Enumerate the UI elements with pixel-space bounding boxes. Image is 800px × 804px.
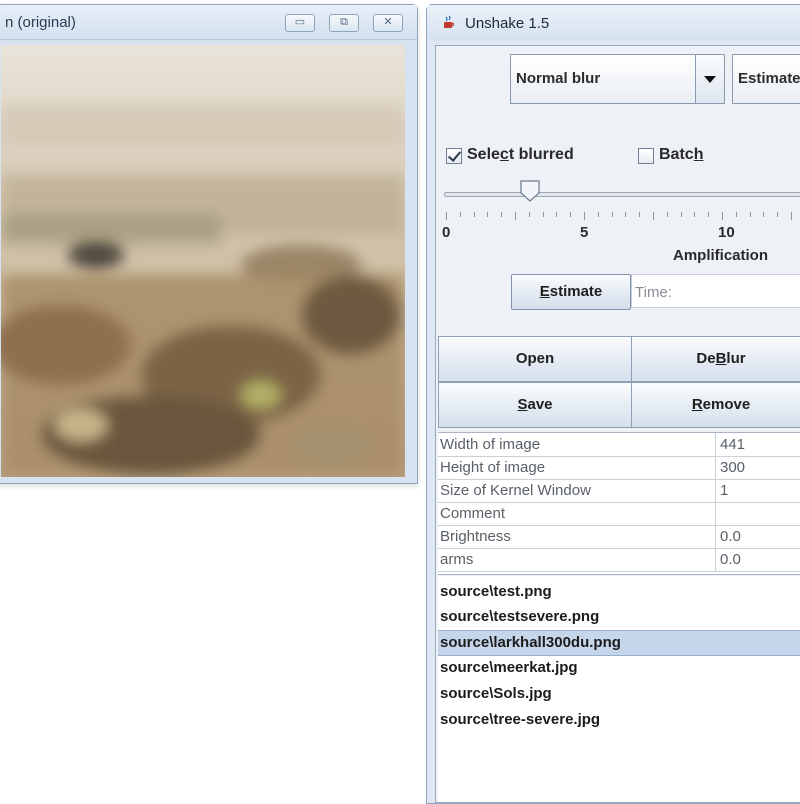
tick-label-10: 10: [718, 224, 735, 241]
amplification-slider-track[interactable]: [444, 192, 800, 197]
time-label: Time:: [635, 284, 672, 301]
batch-label: Batch: [659, 146, 704, 163]
slider-tick: [501, 212, 503, 217]
slider-tick: [749, 212, 751, 217]
unshake-titlebar[interactable]: Unshake 1.5: [427, 5, 800, 41]
table-row[interactable]: Brightness 0.0: [438, 525, 800, 549]
amplification-label: Amplification: [673, 247, 769, 264]
properties-table: Width of image 441 Height of image 300 S…: [438, 432, 800, 575]
estimate-button[interactable]: Estimate: [511, 274, 631, 310]
table-row[interactable]: Width of image 441: [438, 433, 800, 457]
image-window: n (original) ▭ ⧉ ✕: [0, 4, 418, 484]
list-item[interactable]: source\Sols.jpg: [438, 682, 800, 706]
list-item[interactable]: source\tree-severe.jpg: [438, 708, 800, 732]
mode-value: Estimate: [738, 70, 800, 87]
slider-tick: [515, 212, 516, 220]
list-item-selected[interactable]: source\larkhall300du.png: [438, 630, 800, 656]
slider-tick: [708, 212, 710, 217]
slider-tick: [653, 212, 654, 220]
maximize-button[interactable]: ⧉: [329, 14, 359, 32]
open-button[interactable]: Open: [438, 336, 632, 382]
tick-label-5: 5: [580, 224, 589, 241]
minimize-button[interactable]: ▭: [285, 14, 315, 32]
slider-tick: [625, 212, 627, 217]
unshake-client-area: Normal blur Estimate Select blurred Batc…: [435, 45, 800, 803]
window-title: Unshake 1.5: [465, 15, 550, 32]
remove-button[interactable]: Remove: [631, 382, 800, 428]
slider-tick: [570, 212, 572, 217]
amplification-slider-thumb[interactable]: [520, 180, 540, 202]
slider-tick: [666, 212, 668, 217]
table-row[interactable]: Size of Kernel Window 1: [438, 479, 800, 503]
slider-tick: [459, 212, 461, 217]
table-row[interactable]: Height of image 300: [438, 456, 800, 480]
chevron-down-icon[interactable]: [695, 55, 724, 103]
slider-tick: [694, 212, 696, 217]
table-row[interactable]: arms 0.0: [438, 548, 800, 572]
slider-tick: [446, 212, 447, 220]
slider-tick: [639, 212, 641, 217]
minimize-icon: ▭: [294, 16, 306, 28]
slider-tick: [611, 212, 613, 217]
java-cup-icon: [444, 15, 455, 28]
list-item[interactable]: source\testsevere.png: [438, 605, 800, 629]
close-button[interactable]: ✕: [373, 14, 403, 32]
slider-tick: [777, 212, 779, 217]
checkbox-checked-icon[interactable]: [446, 148, 462, 164]
blur-type-value: Normal blur: [516, 70, 601, 87]
slider-tick: [584, 212, 585, 220]
close-icon: ✕: [383, 16, 393, 28]
file-list[interactable]: source\test.png source\testsevere.png so…: [438, 576, 800, 802]
slider-tick: [528, 212, 530, 217]
slider-tick: [680, 212, 682, 217]
list-item[interactable]: source\meerkat.jpg: [438, 656, 800, 680]
maximize-icon: ⧉: [340, 16, 348, 28]
slider-tick: [542, 212, 544, 217]
slider-tick: [791, 212, 792, 220]
slider-tick: [556, 212, 558, 217]
slider-tick: [473, 212, 475, 217]
image-window-titlebar[interactable]: n (original) ▭ ⧉ ✕: [0, 5, 417, 40]
slider-tick: [735, 212, 737, 217]
unshake-window: Unshake 1.5 Normal blur Estimate Select …: [426, 4, 800, 804]
photo-canvas: [1, 45, 405, 477]
image-window-title: n (original): [5, 14, 76, 31]
blur-type-select[interactable]: Normal blur: [510, 54, 725, 104]
select-blurred-label: Select blurred: [467, 146, 574, 163]
slider-tick: [487, 212, 489, 217]
slider-tick: [597, 212, 599, 217]
table-row[interactable]: Comment: [438, 502, 800, 526]
save-button[interactable]: Save: [438, 382, 632, 428]
slider-tick: [722, 212, 723, 220]
mode-select[interactable]: Estimate: [732, 54, 800, 104]
tick-label-0: 0: [442, 224, 451, 241]
slider-tick: [763, 212, 765, 217]
deblur-button[interactable]: DeBlur: [631, 336, 800, 382]
checkbox-unchecked-icon[interactable]: [638, 148, 654, 164]
list-item[interactable]: source\test.png: [438, 580, 800, 604]
blurred-photo: [1, 45, 405, 477]
